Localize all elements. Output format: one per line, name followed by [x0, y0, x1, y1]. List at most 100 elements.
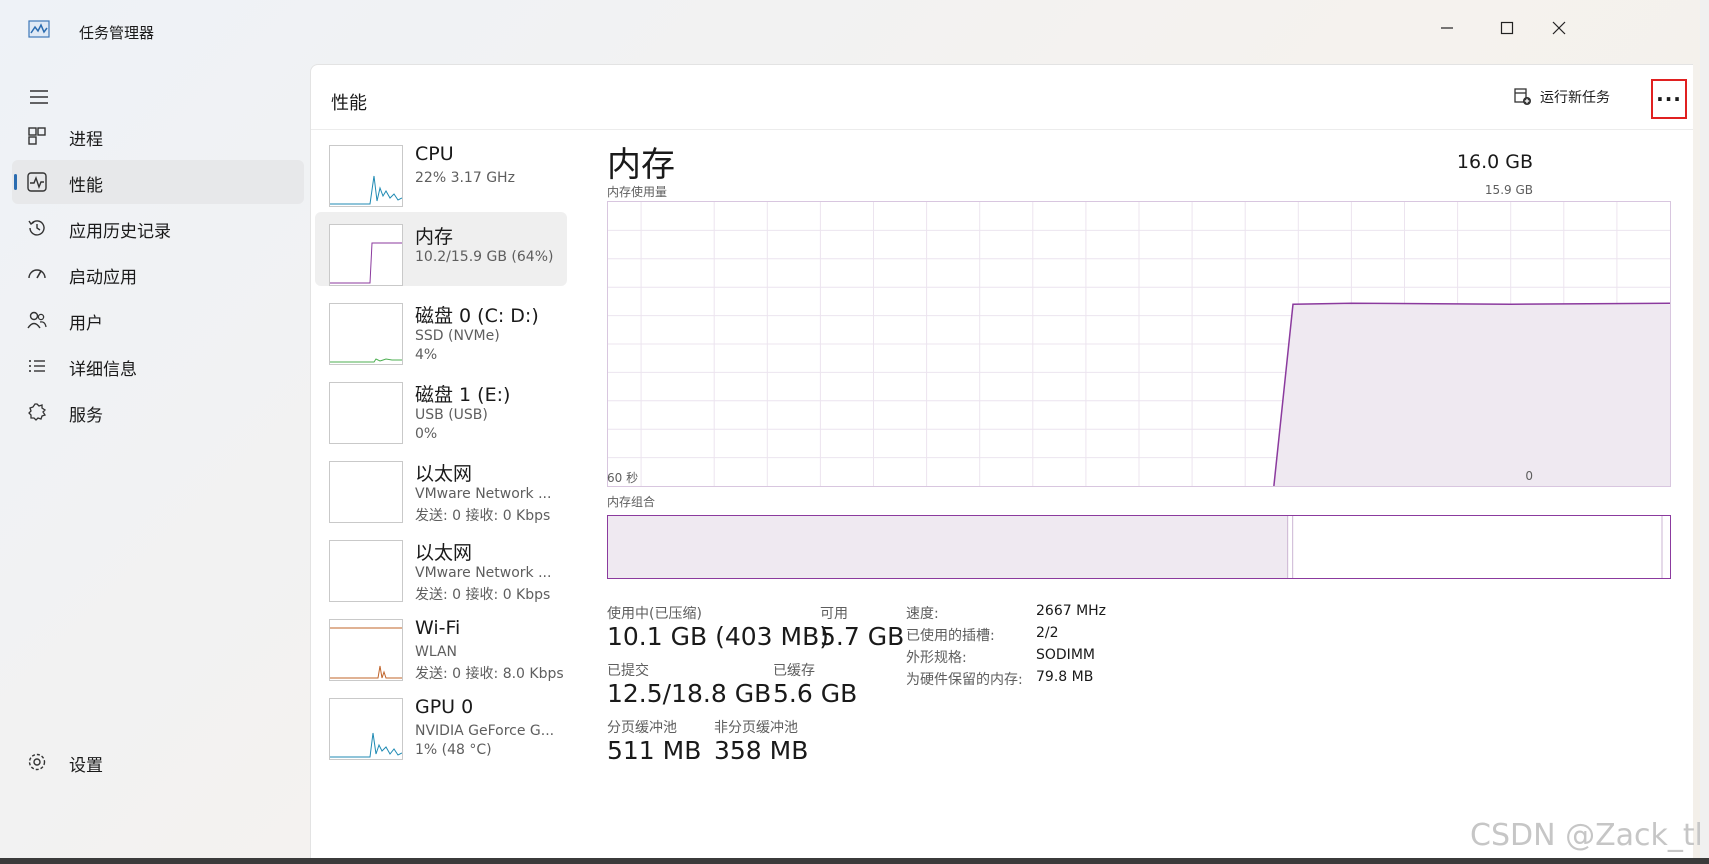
sparkline-path	[330, 242, 402, 284]
list-icon	[29, 360, 45, 372]
spec-speed-key: 速度:	[906, 606, 939, 622]
background-taskbar-edge	[0, 858, 1709, 864]
run-new-task-button[interactable]: 运行新任务	[1514, 81, 1610, 113]
device-item[interactable]: 内存 10.2/15.9 GB (64%)	[315, 212, 567, 286]
maximize-button[interactable]	[1482, 10, 1532, 46]
sidebar-item-label: 性能	[69, 176, 103, 196]
device-detail-secondary: 4%	[415, 347, 438, 363]
usage-graph-max: 15.9 GB	[1484, 183, 1533, 197]
close-icon	[1552, 21, 1566, 35]
more-options-button[interactable]: ···	[1651, 79, 1687, 119]
sidebar-item-label: 设置	[69, 756, 103, 776]
memory-composition-chart	[608, 516, 1663, 578]
page-title: 性能	[331, 93, 367, 114]
title-bar: 任务管理器	[0, 0, 1700, 64]
sidebar-item-performance[interactable]: 性能	[12, 160, 304, 204]
sparkline-path	[330, 358, 402, 363]
device-thumbnail-graph	[329, 540, 403, 602]
device-detail-secondary: 发送: 0 接收: 0 Kbps	[415, 587, 551, 603]
spec-slots-key: 已使用的插槽:	[906, 628, 995, 644]
minimize-button[interactable]	[1422, 10, 1472, 46]
device-detail-secondary: 0%	[415, 426, 438, 442]
memory-usage-graph	[607, 201, 1671, 487]
device-sparkline	[330, 462, 402, 522]
sidebar-item-label: 用户	[69, 314, 103, 334]
services-icon	[28, 403, 47, 421]
device-sparkline	[330, 732, 402, 758]
device-name: 内存	[415, 226, 454, 248]
device-item[interactable]: 磁盘 0 (C: D:) SSD (NVMe) 4%	[315, 291, 567, 365]
sidebar-item-label: 详细信息	[69, 360, 137, 380]
sparkline-path	[330, 175, 402, 205]
device-detail: VMware Network ...	[415, 565, 552, 581]
performance-panel: 性能 运行新任务 ··· CPU 22% 3.17 GHz 内存 10.2/15.9 …	[310, 64, 1693, 859]
device-name: 以太网	[415, 542, 473, 564]
device-detail-secondary: 1% (48 °C)	[415, 742, 492, 758]
device-sparkline	[330, 242, 402, 284]
sidebar-item-label: 启动应用	[69, 268, 137, 288]
device-item[interactable]: GPU 0 NVIDIA GeForce G... 1% (48 °C)	[315, 686, 567, 760]
device-sparkline	[330, 541, 402, 601]
sidebar-item-users[interactable]: 用户	[12, 298, 304, 342]
paged-pool-label: 分页缓冲池	[607, 720, 677, 736]
spec-reserved-key: 为硬件保留的内存:	[906, 672, 1023, 688]
graph-time-right: 0	[1525, 469, 1533, 483]
sidebar-item-startup-apps[interactable]: 启动应用	[12, 252, 304, 296]
task-manager-app-icon	[28, 20, 50, 38]
history-icon	[28, 220, 45, 236]
active-indicator	[14, 174, 17, 190]
run-task-label: 运行新任务	[1540, 90, 1610, 106]
device-detail: NVIDIA GeForce G...	[415, 723, 555, 739]
usage-area	[1273, 304, 1670, 486]
sparkline-path	[330, 732, 402, 758]
device-thumbnail-graph	[329, 303, 403, 365]
nonpaged-pool-value: 358 MB	[714, 736, 809, 765]
device-detail: WLAN	[415, 644, 458, 660]
device-thumbnail-graph	[329, 698, 403, 760]
close-button[interactable]	[1534, 10, 1584, 46]
device-name: GPU 0	[415, 696, 474, 718]
device-detail: 10.2/15.9 GB (64%)	[415, 249, 554, 265]
sparkline-path	[330, 665, 402, 679]
device-item[interactable]: CPU 22% 3.17 GHz	[315, 133, 567, 207]
in-use-label: 使用中(已压缩)	[607, 606, 702, 622]
device-item[interactable]: Wi-Fi WLAN 发送: 0 接收: 8.0 Kbps	[315, 607, 567, 682]
in-use-value: 10.1 GB (403 MB)	[607, 622, 829, 651]
users-icon	[27, 311, 47, 329]
cached-label: 已缓存	[773, 663, 815, 679]
device-item[interactable]: 磁盘 1 (E:) USB (USB) 0%	[315, 370, 567, 444]
device-sparkline	[330, 358, 402, 363]
device-sparkline	[330, 383, 402, 443]
detail-title: 内存	[607, 145, 675, 185]
sidebar-item-services[interactable]: 服务	[12, 390, 304, 434]
sidebar-item-label: 服务	[69, 406, 103, 426]
device-thumbnail-graph	[329, 619, 403, 681]
committed-value: 12.5/18.8 GB	[607, 679, 772, 708]
committed-label: 已提交	[607, 663, 649, 679]
run-task-icon	[1514, 88, 1531, 105]
window-title: 任务管理器	[79, 24, 155, 42]
memory-total: 16.0 GB	[1456, 151, 1533, 173]
sidebar-item-label: 应用历史记录	[69, 222, 171, 242]
composition-label: 内存组合	[607, 495, 656, 509]
sidebar-item-label: 进程	[69, 130, 103, 150]
device-name: Wi-Fi	[415, 617, 461, 639]
device-item[interactable]: 以太网 VMware Network ... 发送: 0 接收: 0 Kbps	[315, 449, 567, 524]
sidebar-item-app-history[interactable]: 应用历史记录	[12, 206, 304, 250]
device-sparkline	[330, 627, 402, 679]
watermark: CSDN @Zack_th	[1470, 818, 1709, 853]
memory-composition-bar	[607, 515, 1671, 579]
device-item[interactable]: 以太网 VMware Network ... 发送: 0 接收: 0 Kbps	[315, 528, 567, 603]
available-label: 可用	[820, 606, 848, 622]
performance-icon	[27, 172, 47, 192]
device-name: CPU	[415, 143, 454, 165]
header-divider	[311, 129, 1693, 130]
sidebar-item-details[interactable]: 详细信息	[12, 344, 304, 388]
hamburger-menu-icon[interactable]	[28, 86, 50, 108]
spec-form-factor-value: SODIMM	[1036, 647, 1095, 663]
available-value: 5.7 GB	[820, 622, 905, 651]
device-detail: USB (USB)	[415, 407, 488, 423]
sidebar-item-settings[interactable]: 设置	[12, 740, 304, 784]
sidebar-item-processes[interactable]: 进程	[12, 114, 304, 158]
device-name: 磁盘 1 (E:)	[415, 384, 511, 406]
